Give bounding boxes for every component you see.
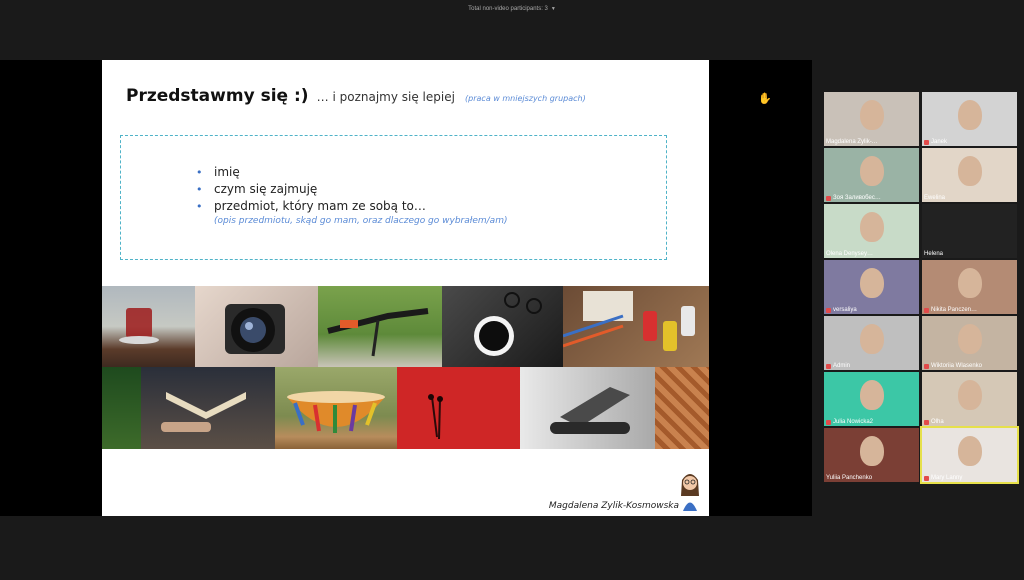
participant-video — [859, 100, 884, 130]
participant-tile[interactable]: Magdalena Zylik-… — [824, 92, 919, 146]
participant-tile[interactable]: Зоя Заливобес… — [824, 148, 919, 202]
book-photo — [141, 367, 275, 449]
participant-name: Yuliia Panchenko — [826, 475, 873, 481]
coffee-photo — [442, 286, 563, 367]
participant-name: Mary Lanny — [931, 475, 963, 481]
shared-screen: Przedstawmy się :) … i poznajmy się lepi… — [0, 60, 812, 516]
participant-video — [957, 324, 982, 354]
list-item-text: przedmiot, który mam ze sobą to… — [214, 199, 426, 213]
participant-video — [859, 156, 884, 186]
participant-name: versaliya — [833, 307, 857, 313]
photo-collage — [102, 286, 709, 449]
earphones-photo — [397, 367, 520, 449]
participant-video — [859, 268, 884, 298]
topic-box: • imię • czym się zajmuję • przedmiot, któr… — [120, 135, 667, 260]
non-video-participants-label: Total non-video participants: 3 — [468, 6, 548, 12]
muted-mic-icon — [826, 419, 831, 425]
participant-video — [957, 436, 982, 466]
tea-photo — [102, 286, 195, 367]
caret-down-icon: ▼ — [550, 6, 556, 12]
participant-tile[interactable]: Admin — [824, 316, 919, 370]
participant-name: Julia Nowicka2 — [833, 419, 874, 425]
slide-title-rest: … i poznajmy się lepiej — [316, 90, 455, 104]
leaf-photo — [102, 367, 141, 449]
participant-tile[interactable]: Yuliia Panchenko — [824, 428, 919, 482]
topic-list: • imię • czym się zajmuję • przedmiot, któr… — [196, 164, 507, 227]
muted-mic-icon — [924, 139, 929, 145]
raise-hand-icon[interactable]: ✋ — [758, 92, 772, 106]
participant-name: Nikita Panczen… — [931, 307, 978, 313]
participant-name: Helena — [924, 251, 944, 257]
participant-tile-active-speaker[interactable]: Mary Lanny — [920, 426, 1019, 484]
participant-video — [957, 100, 982, 130]
participant-tile[interactable]: Julia Nowicka2 — [824, 372, 919, 426]
list-sub-note: (opis przedmiotu, skąd go mam, oraz dlac… — [214, 216, 508, 226]
participant-name: Janek — [931, 139, 948, 145]
bowl-photo — [275, 367, 397, 449]
muted-mic-icon — [826, 195, 831, 201]
participants-gallery: Magdalena Zylik-… Janek Зоя Заливобес… E… — [824, 92, 1020, 484]
muted-mic-icon — [924, 475, 929, 481]
list-item: • czym się zajmuję — [196, 181, 507, 198]
participant-name: Wiktoriia Wlasenko — [931, 363, 983, 369]
participant-name: Olha — [931, 419, 944, 425]
participant-name: Magdalena Zylik-… — [826, 139, 878, 145]
participant-tile[interactable]: Ewelina — [922, 148, 1017, 202]
muted-mic-icon — [826, 307, 831, 313]
bullet-icon: • — [196, 183, 203, 196]
muted-mic-icon — [924, 307, 929, 313]
participant-name: Admin — [833, 363, 851, 369]
participant-tile[interactable]: Olha — [922, 372, 1017, 426]
list-item: • imię — [196, 164, 507, 181]
slide-title: Przedstawmy się :) … i poznajmy się lepi… — [126, 86, 586, 106]
participant-tile[interactable]: Nikita Panczen… — [922, 260, 1017, 314]
participant-name: Olena Denysey… — [826, 251, 874, 257]
list-item: • przedmiot, który mam ze sobą to… — [196, 198, 507, 215]
participant-tile[interactable]: Olena Denysey… — [824, 204, 919, 258]
participant-video — [957, 268, 982, 298]
slide-title-note: (praca w mniejszych grupach) — [465, 94, 586, 103]
muted-mic-icon — [924, 363, 929, 369]
list-item-text: czym się zajmuję — [214, 182, 318, 196]
non-video-participants-dropdown[interactable]: Total non-video participants: 3 ▼ — [468, 6, 556, 12]
paints-photo — [563, 286, 709, 367]
participant-video — [957, 156, 982, 186]
participant-video — [957, 380, 982, 410]
participant-name: Ewelina — [924, 195, 946, 201]
author-name: Magdalena Zylik-Kosmowska — [548, 501, 679, 511]
participant-name: Зоя Заливобес… — [833, 195, 881, 201]
slide-title-bold: Przedstawmy się :) — [126, 86, 309, 106]
bullet-icon: • — [196, 200, 203, 213]
list-item-text: imię — [214, 165, 240, 179]
zoom-meeting-window: Total non-video participants: 3 ▼ Przeds… — [0, 0, 1024, 580]
participant-video — [859, 212, 884, 242]
participant-tile[interactable]: Janek — [922, 92, 1017, 146]
participant-video — [859, 436, 884, 466]
stapler-photo — [520, 367, 655, 449]
participant-tile[interactable]: Wiktoriia Wlasenko — [922, 316, 1017, 370]
brick-photo — [655, 367, 709, 449]
muted-mic-icon — [826, 363, 831, 369]
presentation-slide: Przedstawmy się :) … i poznajmy się lepi… — [102, 60, 709, 516]
participant-video — [859, 380, 884, 410]
participant-tile[interactable]: versaliya — [824, 260, 919, 314]
muted-mic-icon — [924, 419, 929, 425]
camera-photo — [195, 286, 318, 367]
participant-video — [859, 324, 884, 354]
participant-tile[interactable]: Helena — [922, 204, 1017, 258]
bike-handlebar-photo — [318, 286, 442, 367]
top-bar: Total non-video participants: 3 ▼ — [0, 0, 1024, 18]
author-avatar-icon — [681, 474, 699, 511]
bullet-icon: • — [196, 166, 203, 179]
